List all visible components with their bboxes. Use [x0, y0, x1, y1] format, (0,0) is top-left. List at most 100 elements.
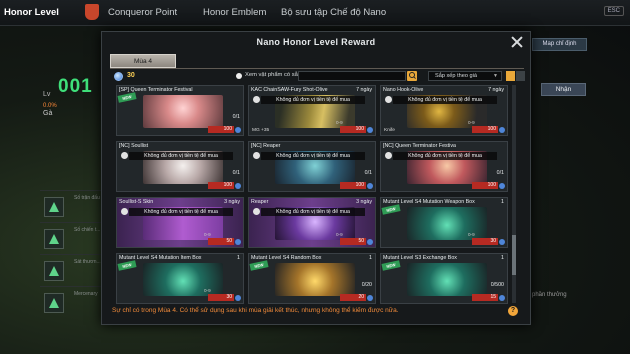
level-label: Lv: [43, 91, 51, 98]
item-type-badge: MG +35: [252, 128, 270, 133]
reward-card[interactable]: [NC] Queen Terminator Festiva 0/1 Không đủ…: [380, 141, 508, 192]
reward-card[interactable]: Soullist-S Skin 3 ngày 0-9 Không đủ đơn vị …: [116, 197, 244, 248]
reward-card[interactable]: [NC] Reaper 0/1 Không đủ đơn vị tiền tệ để…: [248, 141, 376, 192]
close-icon[interactable]: [510, 35, 524, 49]
reward-card[interactable]: Mutant Level S4 Mutation Item Box 1 0-9 NEW…: [116, 253, 244, 304]
reward-card[interactable]: Mutant Level S3 Exchange Box 1 0/500 NEW 15: [380, 253, 508, 304]
tab-conqueror-point[interactable]: Conqueror Point: [108, 7, 177, 18]
item-price[interactable]: 30: [472, 238, 498, 245]
item-title: KAC ChainSAW-Fury Shot-Olive: [251, 87, 328, 93]
new-badge: NEW: [381, 204, 401, 215]
insufficient-funds-message: Không đủ đơn vị tiền tệ để mua: [261, 208, 365, 216]
reward-card[interactable]: Nano Hook-Olive 7 ngày 0-9 Knife Không đủ đơ…: [380, 85, 508, 136]
item-count: 0/1: [232, 170, 240, 176]
item-duration: 1: [501, 255, 504, 261]
tab-season-4[interactable]: Mùa 4: [110, 54, 176, 68]
grid-view-icon[interactable]: [506, 71, 515, 81]
item-image: [143, 95, 223, 128]
new-badge: NEW: [117, 92, 137, 103]
reward-text: n phần thưởng: [527, 292, 567, 298]
tab-divider: [110, 68, 524, 69]
scrollbar-thumb[interactable]: [512, 235, 516, 275]
new-badge: NEW: [381, 260, 401, 271]
insufficient-funds-message: Không đủ đơn vị tiền tệ để mua: [129, 208, 233, 216]
item-price[interactable]: 50: [208, 238, 234, 245]
coin-icon: [235, 183, 241, 189]
search-icon[interactable]: [407, 71, 417, 81]
insufficient-funds-message: Không đủ đơn vị tiền tệ để mua: [393, 96, 497, 104]
item-title: [NC] Queen Terminator Festiva: [383, 143, 456, 149]
item-tier: 0-9: [336, 120, 343, 125]
owned-filter-radio[interactable]: [236, 73, 242, 79]
tab-honor-emblem[interactable]: Honor Emblem: [203, 7, 266, 18]
help-icon[interactable]: ?: [508, 306, 518, 316]
item-title: Nano Hook-Olive: [383, 87, 424, 93]
reward-card[interactable]: [SP] Queen Terminator Festival 0/1 NEW 100: [116, 85, 244, 136]
search-input[interactable]: [298, 71, 406, 81]
lock-icon: [253, 96, 260, 103]
reward-card[interactable]: Mutant Level S4 Random Box 1 0/20 NEW 20: [248, 253, 376, 304]
stat-label: Số trận đấu: [74, 195, 100, 201]
item-price[interactable]: 100: [472, 126, 498, 133]
item-image: [407, 207, 487, 240]
item-tier: 0-9: [468, 120, 475, 125]
map-select-button[interactable]: Map chỉ định: [532, 38, 587, 51]
stat-icon: [44, 197, 64, 217]
item-price[interactable]: 100: [208, 182, 234, 189]
item-price[interactable]: 100: [472, 182, 498, 189]
stats-row: Mercenary: [40, 286, 110, 318]
list-view-icon[interactable]: [516, 71, 525, 81]
sort-select[interactable]: Sắp xếp theo giá ▼: [428, 71, 502, 81]
coin-icon: [367, 183, 373, 189]
item-duration: 3 ngày: [356, 199, 372, 205]
reward-card[interactable]: Reaper 3 ngày 0-9 Không đủ đơn vị tiền tệ đ…: [248, 197, 376, 248]
claim-button[interactable]: Nhận: [541, 83, 586, 96]
owned-filter-label[interactable]: Xem vật phẩm có sẵn: [245, 72, 301, 78]
item-count: 0/1: [232, 114, 240, 120]
item-price[interactable]: 15: [472, 294, 498, 301]
item-image: [143, 263, 223, 296]
item-image: [275, 263, 355, 296]
item-price[interactable]: 30: [208, 294, 234, 301]
reward-card[interactable]: [NC] Soullist 0/1 Không đủ đơn vị tiền tệ …: [116, 141, 244, 192]
item-tier: 0-9: [204, 288, 211, 293]
scrollbar[interactable]: [512, 85, 516, 303]
coin-balance: 30: [127, 72, 135, 79]
stat-label: Mercenary: [74, 291, 98, 297]
insufficient-funds-message: Không đủ đơn vị tiền tệ để mua: [393, 152, 497, 160]
stats-list: Số trận đấu Số chiến t... Sát thươn... M…: [40, 190, 110, 318]
coin-icon: [499, 239, 505, 245]
esc-button[interactable]: ESC: [603, 6, 624, 16]
item-count: 0/1: [364, 170, 372, 176]
item-image: [407, 263, 487, 296]
sort-label: Sắp xếp theo giá: [435, 73, 477, 79]
item-price[interactable]: 100: [208, 126, 234, 133]
reward-card[interactable]: Mutant Level S4 Mutation Weapon Box 1 0-9 N…: [380, 197, 508, 248]
item-price[interactable]: 100: [340, 182, 366, 189]
insufficient-funds-message: Không đủ đơn vị tiền tệ để mua: [129, 152, 233, 160]
tab-nano-collection[interactable]: Bộ sưu tập Chế độ Nano: [281, 7, 386, 18]
reward-grid: [SP] Queen Terminator Festival 0/1 NEW 100 K…: [116, 85, 508, 304]
item-price[interactable]: 100: [340, 126, 366, 133]
item-tier: 0-9: [204, 232, 211, 237]
item-duration: 1: [237, 255, 240, 261]
coin-icon: [499, 127, 505, 133]
item-tier: 0-9: [336, 232, 343, 237]
coin-icon: [367, 295, 373, 301]
item-tier: 0-9: [468, 232, 475, 237]
stat-label: Số chiến t...: [74, 227, 101, 233]
item-price[interactable]: 50: [340, 238, 366, 245]
stat-label: Sát thươn...: [74, 259, 101, 265]
coin-icon: [367, 239, 373, 245]
insufficient-funds-message: Không đủ đơn vị tiền tệ để mua: [261, 96, 365, 104]
tab-honor-level[interactable]: Honor Level: [4, 7, 59, 18]
stat-icon: [44, 229, 64, 249]
item-duration: 7 ngày: [488, 87, 504, 93]
item-count: 0/1: [496, 170, 504, 176]
item-price[interactable]: 20: [340, 294, 366, 301]
lock-icon: [385, 96, 392, 103]
item-title: [NC] Reaper: [251, 143, 281, 149]
reward-modal: Nano Honor Level Reward Mùa 4 30 Xem vật…: [101, 31, 531, 325]
reward-card[interactable]: KAC ChainSAW-Fury Shot-Olive 7 ngày 0-9 MG …: [248, 85, 376, 136]
item-title: Reaper: [251, 199, 269, 205]
